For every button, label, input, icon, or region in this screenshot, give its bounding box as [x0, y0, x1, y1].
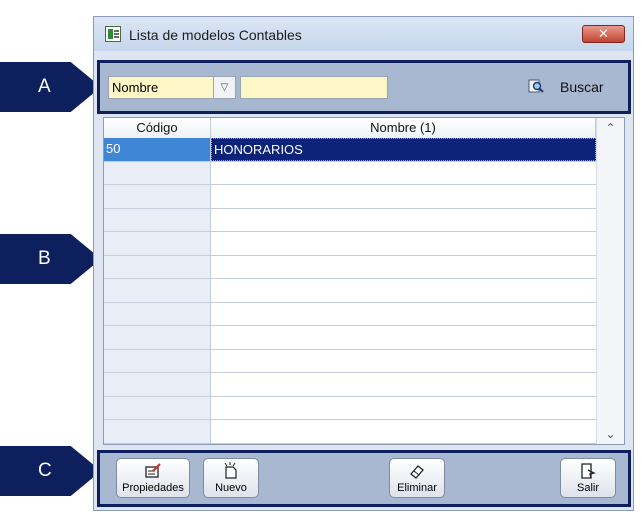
cell-name[interactable] — [211, 256, 596, 279]
cell-name[interactable] — [211, 397, 596, 420]
table-row[interactable] — [104, 420, 596, 444]
table-row[interactable] — [104, 161, 596, 185]
grid-header: Código Nombre (1) — [104, 118, 596, 139]
cell-code[interactable]: 50 — [104, 138, 211, 161]
search-field-value: Nombre — [112, 80, 159, 95]
dialog-window: Lista de modelos Contables ✕ Nombre ▽ Bu… — [93, 16, 634, 511]
cell-code[interactable] — [104, 373, 211, 396]
cell-name[interactable] — [211, 185, 596, 208]
title-bar[interactable]: Lista de modelos Contables ✕ — [94, 17, 633, 51]
properties-button[interactable]: Propiedades — [116, 458, 190, 498]
cell-name[interactable] — [211, 162, 596, 185]
bottom-toolbar: Propiedades Nuevo Eliminar Salir — [97, 450, 631, 507]
table-row[interactable] — [104, 255, 596, 279]
grid-rows: 50 HONORARIOS — [104, 138, 596, 444]
search-button[interactable]: Buscar — [528, 75, 618, 99]
table-row[interactable] — [104, 232, 596, 256]
exit-button[interactable]: Salir — [560, 458, 616, 498]
spreadsheet-icon — [105, 26, 121, 42]
callout-marker-c: C — [0, 446, 101, 496]
cell-code[interactable] — [104, 396, 211, 419]
edit-properties-icon — [145, 463, 161, 478]
new-button[interactable]: Nuevo — [203, 458, 259, 498]
table-row[interactable] — [104, 185, 596, 209]
table-row[interactable] — [104, 326, 596, 350]
delete-button[interactable]: Eliminar — [389, 458, 445, 498]
exit-button-label: Salir — [576, 482, 599, 494]
close-icon: ✕ — [598, 26, 609, 41]
cell-name[interactable] — [211, 279, 596, 302]
chevron-up-icon[interactable]: ⌃ — [597, 118, 624, 138]
cell-name[interactable] — [211, 209, 596, 232]
cell-name[interactable] — [211, 303, 596, 326]
search-input[interactable] — [240, 76, 388, 99]
cell-code[interactable] — [104, 255, 211, 278]
chevron-down-icon[interactable]: ▽ — [213, 77, 235, 98]
cell-code[interactable] — [104, 161, 211, 184]
chevron-down-icon[interactable]: ⌄ — [597, 424, 624, 444]
cell-name[interactable] — [211, 232, 596, 255]
close-button[interactable]: ✕ — [582, 25, 625, 43]
models-grid[interactable]: Código Nombre (1) 50 HONORARIOS ⌃ ⌄ — [103, 117, 625, 445]
search-icon — [528, 79, 544, 93]
new-button-label: Nuevo — [215, 482, 247, 494]
table-row[interactable] — [104, 373, 596, 397]
table-row[interactable] — [104, 302, 596, 326]
window-title: Lista de modelos Contables — [129, 27, 302, 43]
column-header-code[interactable]: Código — [104, 118, 211, 138]
cell-name[interactable] — [211, 373, 596, 396]
properties-button-label: Propiedades — [122, 482, 184, 494]
callout-marker-b: B — [0, 234, 101, 284]
callout-marker-a: A — [0, 62, 101, 112]
column-header-name[interactable]: Nombre (1) — [211, 118, 596, 138]
search-field-select[interactable]: Nombre ▽ — [108, 76, 236, 99]
cell-code[interactable] — [104, 185, 211, 208]
search-button-label: Buscar — [560, 79, 604, 95]
cell-code[interactable] — [104, 349, 211, 372]
eraser-icon — [410, 465, 424, 479]
cell-code[interactable] — [104, 232, 211, 255]
cell-code[interactable] — [104, 326, 211, 349]
table-row[interactable] — [104, 208, 596, 232]
cell-code[interactable] — [104, 302, 211, 325]
cell-code[interactable] — [104, 420, 211, 443]
cell-name[interactable] — [211, 350, 596, 373]
table-row[interactable]: 50 HONORARIOS — [104, 138, 596, 162]
cell-name[interactable] — [211, 326, 596, 349]
cell-code[interactable] — [104, 208, 211, 231]
cell-name[interactable]: HONORARIOS — [211, 138, 596, 161]
delete-button-label: Eliminar — [397, 482, 437, 494]
search-bar: Nombre ▽ Buscar — [97, 60, 631, 114]
cell-code[interactable] — [104, 279, 211, 302]
cell-name[interactable] — [211, 420, 596, 443]
table-row[interactable] — [104, 349, 596, 373]
exit-door-icon — [581, 463, 596, 479]
table-row[interactable] — [104, 396, 596, 420]
vertical-scrollbar[interactable]: ⌃ ⌄ — [596, 118, 624, 444]
new-document-icon — [224, 462, 237, 479]
table-row[interactable] — [104, 279, 596, 303]
